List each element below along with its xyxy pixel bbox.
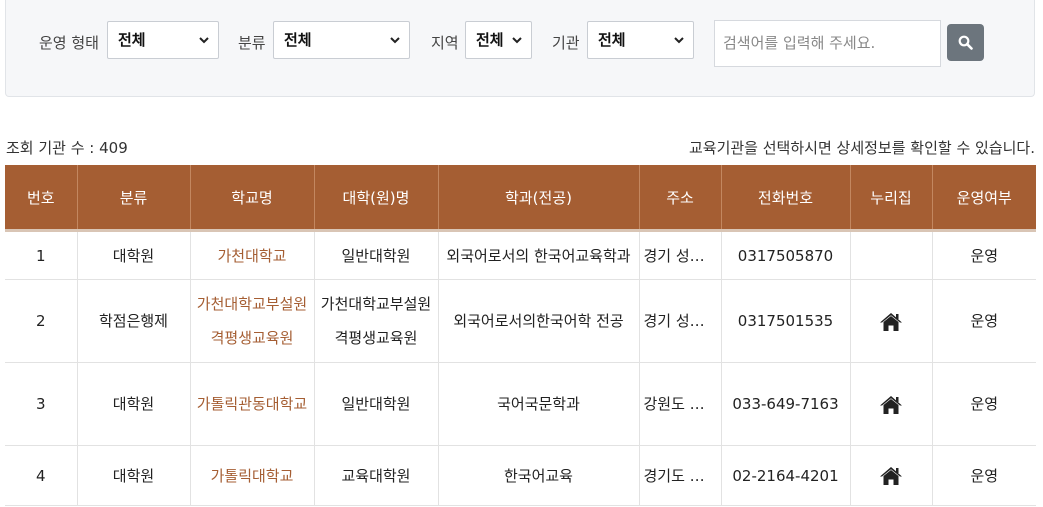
cell-homepage-empty <box>850 230 933 280</box>
home-icon[interactable] <box>879 395 903 415</box>
institution-label: 기관 <box>552 34 580 52</box>
cell-school-link[interactable]: 가톨릭대학교 <box>190 445 315 506</box>
cell-phone: 02-2164-4201 <box>721 445 851 506</box>
chevron-down-icon <box>199 37 209 44</box>
cell-college: 일반대학원 <box>314 230 439 280</box>
search-button[interactable] <box>947 24 984 61</box>
table-row[interactable]: 1 대학원 가천대학교 일반대학원 외국어로서의 한국어교육학과 경기 성남시 … <box>5 230 1036 280</box>
cell-department: 한국어교육 <box>438 445 640 506</box>
region-value: 전체 <box>476 31 504 49</box>
cell-department: 국어국문학과 <box>438 362 640 446</box>
cell-address: 강원도 강릉시 <box>639 362 722 446</box>
category-select[interactable]: 전체 <box>273 21 410 59</box>
header-category[interactable]: 분류 <box>77 165 191 232</box>
cell-college: 교육대학원 <box>314 445 439 506</box>
header-address[interactable]: 주소 <box>639 165 722 232</box>
table-header-row: 번호 분류 학교명 대학(원)명 학과(전공) 주소 전화번호 누리집 운영여부 <box>5 165 1036 232</box>
chevron-down-icon <box>390 37 400 44</box>
selection-notice: 교육기관을 선택하시면 상세정보를 확인할 수 있습니다. <box>688 139 1035 157</box>
cell-department: 외국어로서의한국어학 전공 <box>438 279 640 363</box>
category-value: 전체 <box>284 31 312 49</box>
cell-homepage <box>850 362 933 446</box>
search-icon <box>958 35 973 50</box>
cell-school-link[interactable]: 가톨릭관동대학교 <box>190 362 315 446</box>
header-homepage[interactable]: 누리집 <box>850 165 933 232</box>
cell-status: 운영 <box>932 230 1036 280</box>
cell-college: 일반대학원 <box>314 362 439 446</box>
header-department[interactable]: 학과(전공) <box>438 165 640 232</box>
search-placeholder: 검색어를 입력해 주세요. <box>723 34 876 52</box>
cell-department: 외국어로서의 한국어교육학과 <box>438 230 640 280</box>
cell-category: 대학원 <box>77 362 191 446</box>
cell-homepage <box>850 279 933 363</box>
table-row[interactable]: 3 대학원 가톨릭관동대학교 일반대학원 국어국문학과 강원도 강릉시 033-… <box>5 362 1036 446</box>
cell-address: 경기도 부천시 <box>639 445 722 506</box>
cell-college: 가천대학교부설원격평생교육원 <box>314 279 439 363</box>
cell-no: 3 <box>5 362 78 446</box>
cell-category: 대학원 <box>77 230 191 280</box>
result-count: 조회 기관 수 : 409 <box>6 139 128 157</box>
cell-address: 경기 성남시 <box>639 279 722 363</box>
cell-no: 4 <box>5 445 78 506</box>
cell-phone: 033-649-7163 <box>721 362 851 446</box>
table-row[interactable]: 4 대학원 가톨릭대학교 교육대학원 한국어교육 경기도 부천시 02-2164… <box>5 445 1036 506</box>
cell-category: 대학원 <box>77 445 191 506</box>
cell-school-link[interactable]: 가천대학교부설원격평생교육원 <box>190 279 315 363</box>
chevron-down-icon <box>674 37 684 44</box>
institution-value: 전체 <box>598 31 626 49</box>
header-phone[interactable]: 전화번호 <box>721 165 851 232</box>
category-label: 분류 <box>238 34 266 52</box>
header-no[interactable]: 번호 <box>5 165 78 232</box>
region-select[interactable]: 전체 <box>465 21 532 59</box>
cell-phone: 0317501535 <box>721 279 851 363</box>
cell-no: 2 <box>5 279 78 363</box>
cell-school-link[interactable]: 가천대학교 <box>190 230 315 280</box>
header-college[interactable]: 대학(원)명 <box>314 165 439 232</box>
table-row[interactable]: 2 학점은행제 가천대학교부설원격평생교육원 가천대학교부설원격평생교육원 외국… <box>5 279 1036 363</box>
header-school[interactable]: 학교명 <box>190 165 315 232</box>
search-input[interactable]: 검색어를 입력해 주세요. <box>714 20 941 67</box>
chevron-down-icon <box>512 37 522 44</box>
cell-phone: 0317505870 <box>721 230 851 280</box>
filter-panel: 운영 형태 전체 분류 전체 지역 전체 기관 전체 검색어를 입력해 주세요. <box>5 0 1035 97</box>
operation-type-select[interactable]: 전체 <box>107 21 219 59</box>
cell-status: 운영 <box>932 279 1036 363</box>
cell-no: 1 <box>5 230 78 280</box>
cell-homepage <box>850 445 933 506</box>
region-label: 지역 <box>431 34 459 52</box>
cell-status: 운영 <box>932 362 1036 446</box>
operation-type-label: 운영 형태 <box>39 34 99 52</box>
cell-address: 경기 성남시 <box>639 230 722 280</box>
cell-category: 학점은행제 <box>77 279 191 363</box>
home-icon[interactable] <box>879 312 903 332</box>
home-icon[interactable] <box>879 466 903 486</box>
cell-status: 운영 <box>932 445 1036 506</box>
header-status[interactable]: 운영여부 <box>932 165 1036 232</box>
institution-table: 번호 분류 학교명 대학(원)명 학과(전공) 주소 전화번호 누리집 운영여부… <box>5 165 1036 506</box>
operation-type-value: 전체 <box>118 31 146 49</box>
institution-select[interactable]: 전체 <box>587 21 694 59</box>
